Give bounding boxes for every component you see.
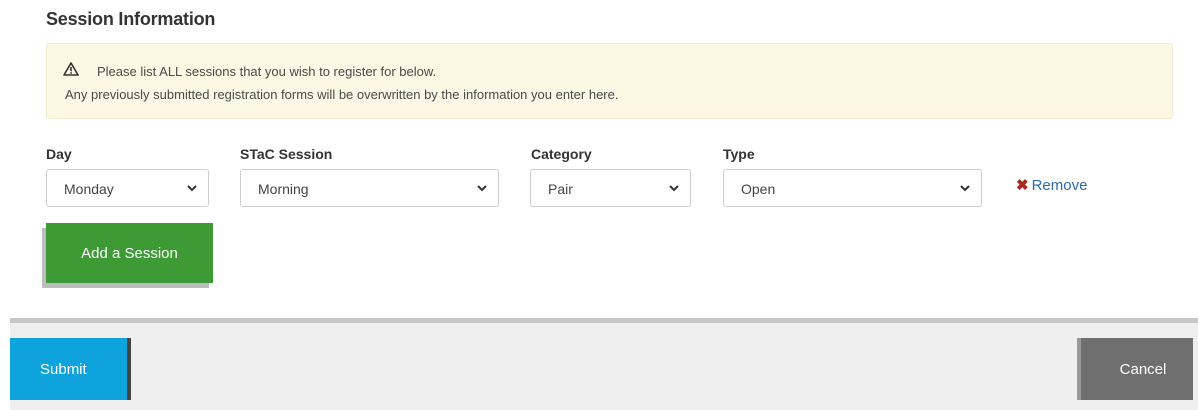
chevron-down-icon [477,185,487,192]
submit-button[interactable]: Submit [10,338,127,400]
type-label: Type [723,146,755,162]
category-label: Category [531,146,592,162]
day-select[interactable]: Monday [46,169,209,207]
warning-triangle-icon [63,62,79,76]
stac-session-label: STaC Session [240,146,333,162]
alert-line-1: Please list ALL sessions that you wish t… [97,64,437,79]
warning-alert: Please list ALL sessions that you wish t… [46,43,1173,119]
stac-session-select-value: Morning [258,181,309,197]
type-select-value: Open [741,181,776,197]
chevron-down-icon [187,185,197,192]
category-select-value: Pair [548,181,573,197]
remove-label: Remove [1031,177,1088,194]
cancel-button[interactable]: Cancel [1081,338,1193,400]
close-x-icon: ✖ [1016,177,1029,194]
type-select[interactable]: Open [723,169,982,207]
chevron-down-icon [960,185,970,192]
add-session-button[interactable]: Add a Session [46,223,213,283]
remove-session-link[interactable]: ✖ Remove [1016,176,1087,194]
category-select[interactable]: Pair [530,169,691,207]
day-label: Day [46,146,72,162]
form-footer [10,318,1198,410]
alert-line-2: Any previously submitted registration fo… [65,87,619,102]
chevron-down-icon [669,185,679,192]
day-select-value: Monday [64,181,114,197]
section-title: Session Information [46,9,216,29]
stac-session-select[interactable]: Morning [240,169,499,207]
